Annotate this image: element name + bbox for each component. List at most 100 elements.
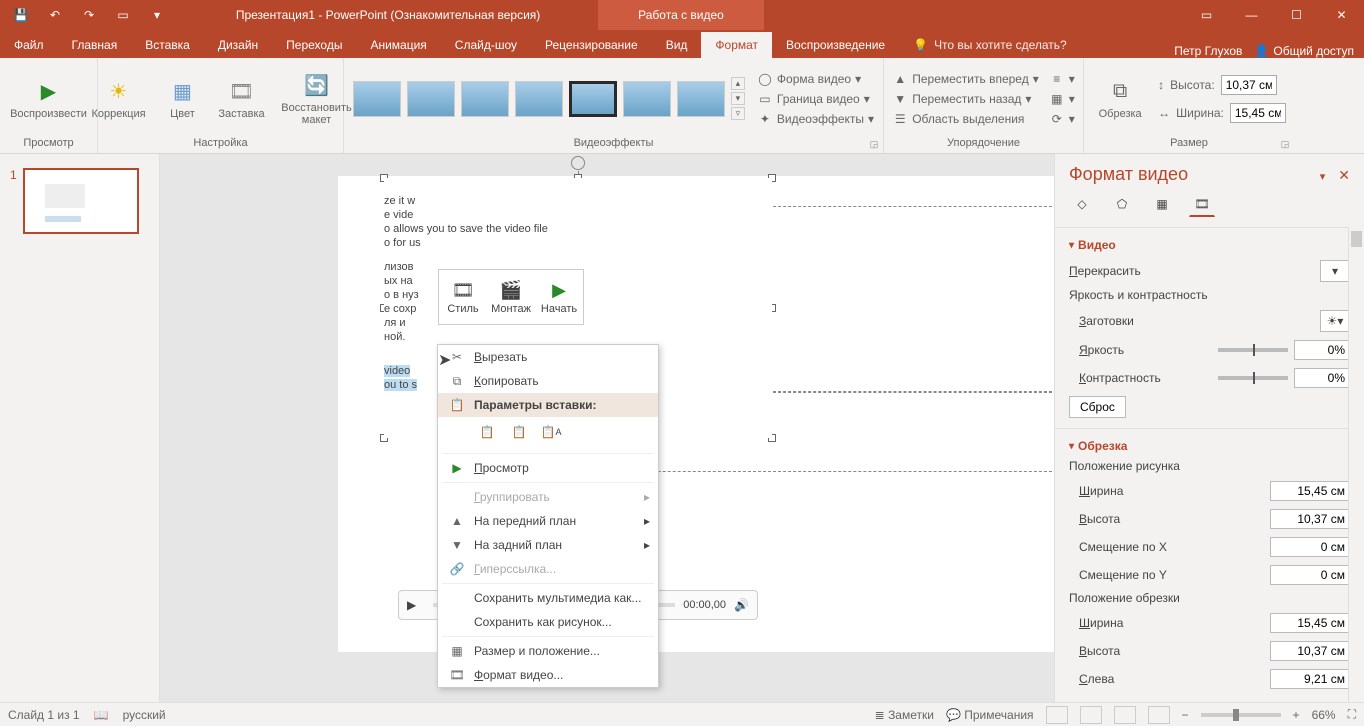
presets-combo[interactable]: ☀▾ — [1320, 310, 1350, 332]
start-from-beginning-icon[interactable]: ▭ — [108, 0, 138, 30]
pane-close-icon[interactable]: ✕ — [1338, 167, 1350, 183]
video-effects-button[interactable]: ✦Видеоэффекты ▾ — [757, 111, 874, 127]
cp-height-input[interactable] — [1270, 641, 1350, 661]
user-name[interactable]: Петр Глухов — [1174, 44, 1242, 58]
menu-bring-front[interactable]: ▲На передний план▸ — [438, 509, 658, 533]
fill-line-tab-icon[interactable]: ◇ — [1069, 191, 1095, 217]
align-button[interactable]: ≡▾ — [1049, 71, 1075, 87]
send-backward-button[interactable]: ▼Переместить назад ▾ — [892, 91, 1039, 107]
redo-icon[interactable]: ↷ — [74, 0, 104, 30]
close-icon[interactable]: ✕ — [1319, 0, 1364, 30]
zoom-level[interactable]: 66% — [1312, 708, 1336, 722]
pane-scrollbar[interactable] — [1348, 227, 1364, 702]
menu-format-video[interactable]: 🎞Формат видео... — [438, 663, 658, 687]
play-button[interactable]: ▶ Воспроизвести — [17, 78, 81, 120]
tab-format[interactable]: Формат — [701, 32, 772, 58]
tab-file[interactable]: Файл — [0, 32, 58, 58]
video-style-1[interactable] — [353, 81, 401, 117]
menu-send-back[interactable]: ▼На задний план▸ — [438, 533, 658, 557]
color-button[interactable]: ▦ Цвет — [161, 78, 205, 120]
pp-offsetx-input[interactable] — [1270, 537, 1350, 557]
language-indicator[interactable]: русский — [123, 708, 166, 722]
pp-height-input[interactable] — [1270, 509, 1350, 529]
minimize-icon[interactable]: — — [1229, 0, 1274, 30]
cp-left-input[interactable] — [1270, 669, 1350, 689]
gallery-scroll-up-icon[interactable]: ▴ — [731, 77, 745, 90]
contrast-input[interactable] — [1294, 368, 1350, 388]
cp-width-input[interactable] — [1270, 613, 1350, 633]
size-properties-tab-icon[interactable]: ▦ — [1149, 191, 1175, 217]
gallery-more-icon[interactable]: ▿ — [731, 107, 745, 120]
menu-copy[interactable]: ⧉Копировать — [438, 369, 658, 393]
corrections-button[interactable]: ☀ Коррекция — [87, 78, 151, 120]
tab-transitions[interactable]: Переходы — [272, 32, 356, 58]
tab-home[interactable]: Главная — [58, 32, 132, 58]
tell-me-search[interactable]: 💡 Что вы хотите сделать? — [899, 32, 1164, 58]
mini-style-button[interactable]: 🎞Стиль — [439, 270, 487, 324]
crop-button[interactable]: ⧉ Обрезка — [1092, 78, 1148, 120]
tab-slideshow[interactable]: Слайд-шоу — [441, 32, 531, 58]
video-section-header[interactable]: Видео — [1069, 234, 1350, 256]
effects-tab-icon[interactable]: ⬠ — [1109, 191, 1135, 217]
menu-cut[interactable]: ✂Вырезать — [438, 345, 658, 369]
tab-playback[interactable]: Воспроизведение — [772, 32, 899, 58]
reading-view-icon[interactable] — [1114, 706, 1136, 724]
video-shape-button[interactable]: ◯Форма видео ▾ — [757, 71, 874, 87]
comments-button[interactable]: 💬 Примечания — [946, 708, 1034, 722]
normal-view-icon[interactable] — [1046, 706, 1068, 724]
share-button[interactable]: 👤 Общий доступ — [1254, 44, 1354, 58]
paste-option-3[interactable]: 📋A — [538, 419, 564, 445]
save-icon[interactable]: 💾 — [6, 0, 36, 30]
crop-section-header[interactable]: Обрезка — [1069, 435, 1350, 457]
customize-qat-icon[interactable]: ▾ — [142, 0, 172, 30]
reset-button[interactable]: Сброс — [1069, 396, 1126, 418]
dialog-launcher-size[interactable]: ◲ — [1279, 138, 1291, 150]
selection-pane-button[interactable]: ☰Область выделения — [892, 111, 1039, 127]
ribbon-display-icon[interactable]: ▭ — [1184, 0, 1229, 30]
spellcheck-icon[interactable]: 📖 — [94, 708, 109, 722]
gallery-scroll-down-icon[interactable]: ▾ — [731, 92, 745, 105]
poster-frame-button[interactable]: 🎞 Заставка — [215, 78, 269, 120]
menu-size-position[interactable]: ▦Размер и положение... — [438, 639, 658, 663]
height-input[interactable] — [1221, 75, 1277, 95]
mini-start-button[interactable]: ▶Начать — [535, 270, 583, 324]
video-tab-icon[interactable]: 🎞 — [1189, 191, 1215, 217]
zoom-in-icon[interactable]: + — [1293, 708, 1300, 722]
zoom-out-icon[interactable]: − — [1182, 708, 1189, 722]
paste-option-1[interactable]: 📋 — [474, 419, 500, 445]
sorter-view-icon[interactable] — [1080, 706, 1102, 724]
menu-save-picture[interactable]: Сохранить как рисунок... — [438, 610, 658, 634]
rotate-button[interactable]: ⟳▾ — [1049, 111, 1075, 127]
player-play-icon[interactable]: ▶ — [407, 598, 425, 612]
slide-thumbnail-1[interactable] — [23, 168, 139, 234]
video-style-3[interactable] — [461, 81, 509, 117]
width-input[interactable] — [1230, 103, 1286, 123]
player-volume-icon[interactable]: 🔊 — [734, 598, 749, 612]
video-border-button[interactable]: ▭Граница видео ▾ — [757, 91, 874, 107]
tab-insert[interactable]: Вставка — [131, 32, 204, 58]
fit-to-window-icon[interactable]: ⛶ — [1348, 707, 1356, 722]
pp-offsety-input[interactable] — [1270, 565, 1350, 585]
notes-button[interactable]: ≣ Заметки — [875, 708, 934, 722]
group-objects-button[interactable]: ▦▾ — [1049, 91, 1075, 107]
tab-animation[interactable]: Анимация — [356, 32, 440, 58]
menu-save-media[interactable]: Сохранить мультимедиа как... — [438, 586, 658, 610]
video-style-2[interactable] — [407, 81, 455, 117]
maximize-icon[interactable]: ☐ — [1274, 0, 1319, 30]
slideshow-view-icon[interactable] — [1148, 706, 1170, 724]
zoom-slider[interactable] — [1201, 713, 1281, 717]
video-style-4[interactable] — [515, 81, 563, 117]
brightness-input[interactable] — [1294, 340, 1350, 360]
menu-preview[interactable]: ▶Просмотр — [438, 456, 658, 480]
bring-forward-button[interactable]: ▲Переместить вперед ▾ — [892, 71, 1039, 87]
contrast-slider[interactable] — [1218, 376, 1288, 380]
undo-icon[interactable]: ↶ — [40, 0, 70, 30]
video-style-7[interactable] — [677, 81, 725, 117]
recolor-combo[interactable]: ▾ — [1320, 260, 1350, 282]
brightness-slider[interactable] — [1218, 348, 1288, 352]
video-style-5[interactable] — [569, 81, 617, 117]
rotation-handle[interactable] — [571, 156, 585, 170]
tab-view[interactable]: Вид — [652, 32, 702, 58]
video-style-6[interactable] — [623, 81, 671, 117]
dialog-launcher-styles[interactable]: ◲ — [868, 138, 880, 150]
